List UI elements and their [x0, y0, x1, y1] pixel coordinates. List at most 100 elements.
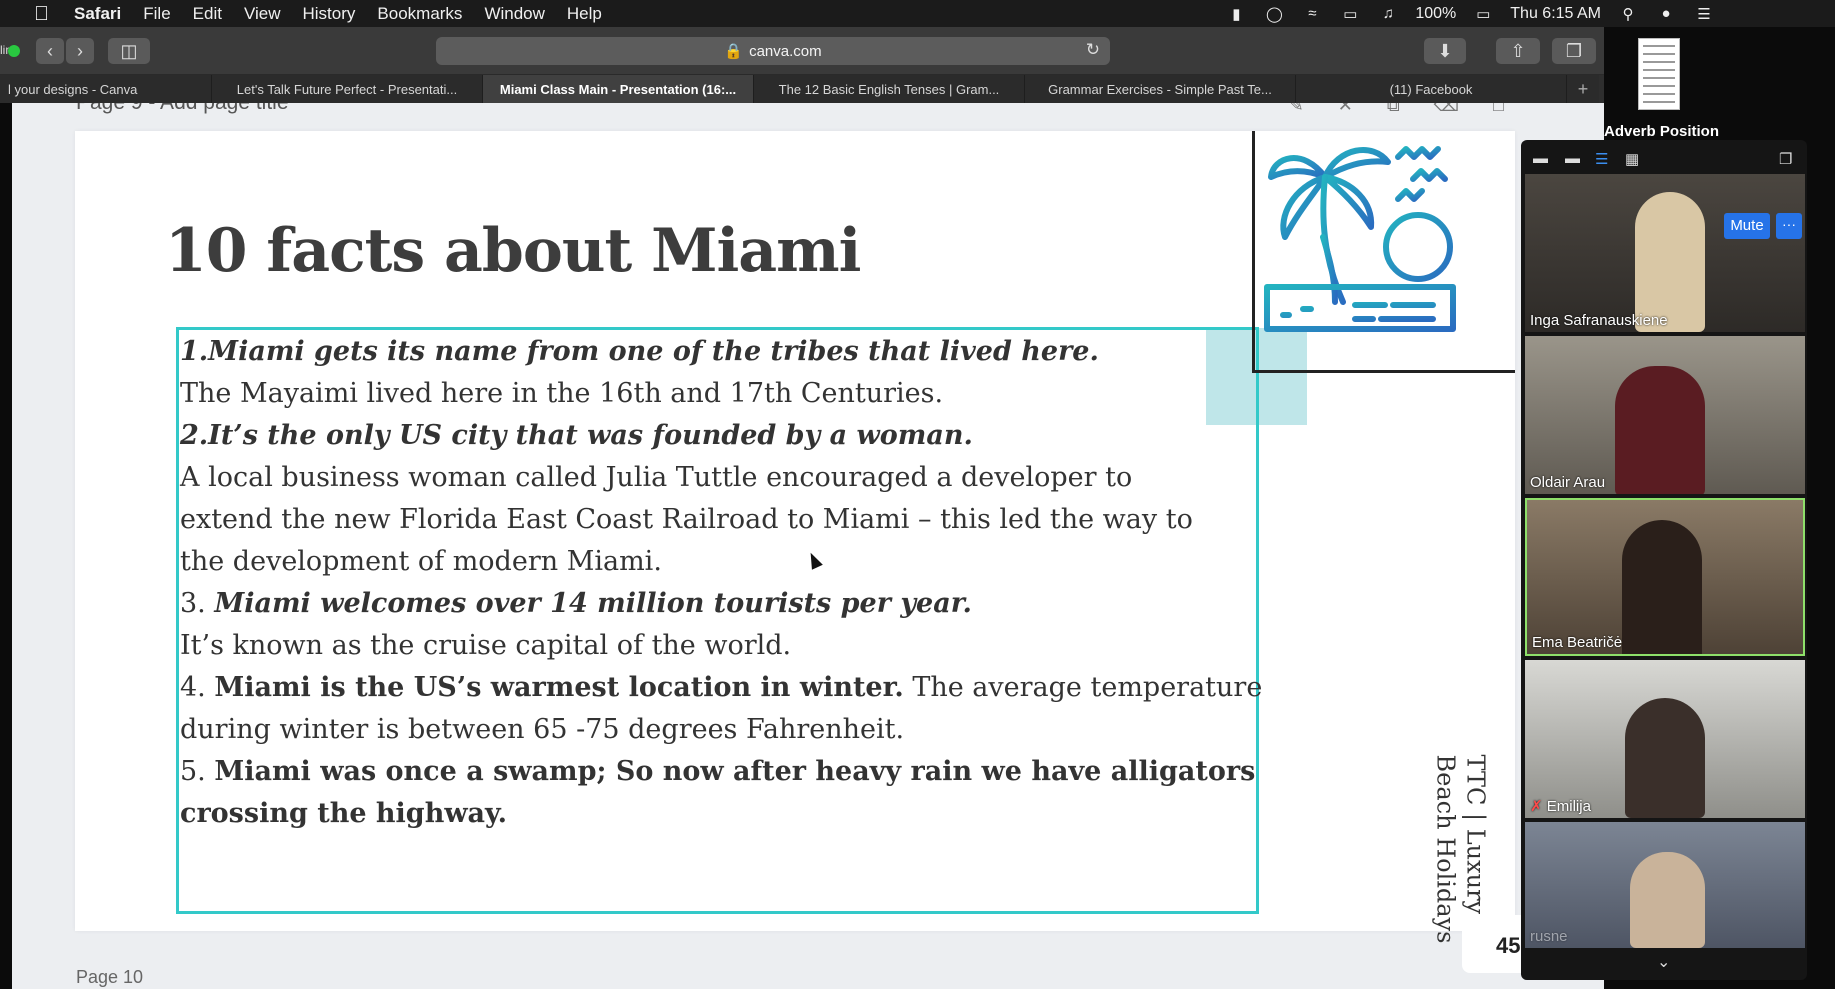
- strip-view-icon[interactable]: ☰: [1595, 150, 1608, 168]
- participant-tile[interactable]: ✗ Emilija: [1525, 660, 1805, 818]
- page-label[interactable]: Page 9 - Add page title: [76, 103, 289, 115]
- new-tab-button[interactable]: +: [1567, 75, 1599, 103]
- participant-tile[interactable]: Inga Safranauskiene Mute ···: [1525, 174, 1805, 332]
- downloads-button[interactable]: ⬇: [1424, 38, 1466, 64]
- menu-history[interactable]: History: [303, 4, 356, 24]
- lock-icon: 🔒: [724, 43, 744, 60]
- tab-overview-button[interactable]: ❐: [1552, 38, 1596, 64]
- fact-3-heading: Miami welcomes over 14 million tourists …: [214, 588, 972, 619]
- menu-window[interactable]: Window: [484, 4, 544, 24]
- address-bar-url: canva.com: [749, 42, 822, 60]
- slide[interactable]: 10 facts about Miami 1.Miami gets its na…: [75, 131, 1515, 943]
- desktop-file-label[interactable]: Adverb Position: [1604, 123, 1734, 140]
- reload-icon[interactable]: ↻: [1086, 40, 1100, 60]
- participant-tile[interactable]: Oldair Arau: [1525, 336, 1805, 494]
- add-page-icon[interactable]: □: [1493, 103, 1504, 116]
- beach-logo-frame[interactable]: [1252, 131, 1515, 373]
- tab-miami-class[interactable]: Miami Class Main - Presentation (16:...: [483, 75, 754, 103]
- participant-name: rusne: [1530, 928, 1568, 945]
- document-thumbnail-icon: [1638, 38, 1680, 110]
- participant-avatar: [1625, 698, 1705, 818]
- tab-grammar-exercises[interactable]: Grammar Exercises - Simple Past Te...: [1025, 75, 1296, 103]
- muted-mic-icon: ✗: [1530, 798, 1543, 815]
- sidebar-toggle-button[interactable]: ◫: [108, 38, 150, 64]
- participant-avatar: [1635, 192, 1705, 332]
- active-speaker-view-icon[interactable]: ▬: [1565, 150, 1580, 167]
- fact-2-body-line-1: A local business woman called Julia Tutt…: [180, 462, 1133, 493]
- window-zoom-dot[interactable]: [8, 45, 20, 57]
- hide-page-icon[interactable]: ✕: [1338, 103, 1353, 116]
- battery-icon[interactable]: ▭: [1472, 5, 1494, 23]
- page-tools: ✎ ✕ ⧉ ⌫ □: [1289, 103, 1504, 116]
- fact-5-heading-line-1: Miami was once a swamp; So now after hea…: [214, 756, 1256, 787]
- fact-4-heading: Miami is the US’s warmest location in wi…: [214, 672, 904, 703]
- tabs-icon: ❐: [1565, 41, 1583, 61]
- share-button[interactable]: ⇧: [1496, 38, 1540, 64]
- back-button[interactable]: ‹: [36, 38, 64, 64]
- participant-name: Ema Beatričė: [1532, 634, 1623, 651]
- tab-facebook[interactable]: (11) Facebook: [1296, 75, 1567, 103]
- fact-4-number: 4.: [180, 672, 215, 703]
- browser-toolbar: ling ‹ › ◫ 🔒 canva.com ↻ ⬇ ⇧ ❐: [0, 27, 1604, 75]
- forward-button[interactable]: ›: [66, 38, 94, 64]
- airplay-icon[interactable]: ▭: [1339, 5, 1361, 23]
- participant-tile-active-speaker[interactable]: Ema Beatričė: [1525, 498, 1805, 656]
- apple-icon[interactable]: : [34, 3, 56, 25]
- fact-5-line: 5. Miami was once a swamp; So now after …: [180, 751, 1255, 793]
- mute-button[interactable]: Mute: [1724, 213, 1770, 239]
- screen-share-icon[interactable]: ▮: [1225, 5, 1247, 23]
- menu-file[interactable]: File: [143, 4, 170, 24]
- fact-5-heading-line-2: crossing the highway.: [180, 798, 508, 829]
- next-page-label[interactable]: Page 10: [76, 967, 143, 988]
- chevron-down-icon[interactable]: ⌄: [1657, 952, 1670, 972]
- minimize-icon[interactable]: ▬: [1533, 150, 1548, 167]
- fact-3-number: 3.: [180, 588, 215, 619]
- volume-icon[interactable]: ♫: [1377, 5, 1399, 23]
- pop-out-icon[interactable]: ❐: [1779, 150, 1792, 168]
- facts-text-box[interactable]: 1.Miami gets its name from one of the tr…: [176, 327, 1262, 914]
- participant-avatar: [1622, 520, 1702, 654]
- participant-name: Oldair Arau: [1530, 474, 1606, 491]
- more-options-button[interactable]: ···: [1776, 213, 1802, 239]
- fact-3-body: It’s known as the cruise capital of the …: [180, 630, 792, 661]
- notification-center-icon[interactable]: ☰: [1693, 5, 1715, 23]
- menu-help[interactable]: Help: [567, 4, 602, 24]
- participant-avatar: [1630, 852, 1705, 948]
- fact-5-number: 5.: [180, 756, 215, 787]
- chevron-left-icon: ‹: [47, 41, 53, 61]
- participant-name: Inga Safranauskiene: [1530, 312, 1668, 329]
- battery-percent[interactable]: 100%: [1415, 5, 1456, 23]
- fact-2-body-line-2: extend the new Florida East Coast Railro…: [180, 504, 1193, 535]
- status-area: ▮ ◯ ≈ ▭ ♫ 100% ▭ Thu 6:15 AM ⚲ ● ☰: [1225, 0, 1715, 27]
- tab-english-tenses[interactable]: The 12 Basic English Tenses | Gram...: [754, 75, 1025, 103]
- fact-2-heading: 2.It’s the only US city that was founded…: [180, 420, 973, 451]
- desktop-file-icon[interactable]: [1612, 38, 1696, 118]
- canva-editor: Page 9 - Add page title ✎ ✕ ⧉ ⌫ □ 10 fac…: [12, 103, 1604, 989]
- fact-2-body-line-3: the development of modern Miami.: [180, 546, 662, 577]
- menubar-clock[interactable]: Thu 6:15 AM: [1510, 5, 1601, 23]
- slide-title[interactable]: 10 facts about Miami: [165, 216, 861, 286]
- sidebar-icon: ◫: [120, 41, 138, 61]
- accessibility-icon[interactable]: ◯: [1263, 5, 1285, 23]
- fact-1-heading: 1.Miami gets its name from one of the tr…: [180, 336, 1099, 367]
- zoom-meeting-panel: ▬ ▬ ☰ ▦ ❐ Inga Safranauskiene Mute ··· O…: [1521, 140, 1807, 980]
- duplicate-page-icon[interactable]: ⧉: [1387, 103, 1400, 116]
- spotlight-search-icon[interactable]: ⚲: [1617, 5, 1639, 23]
- gallery-view-icon[interactable]: ▦: [1625, 150, 1639, 168]
- siri-icon[interactable]: ●: [1655, 5, 1677, 23]
- menu-edit[interactable]: Edit: [193, 4, 222, 24]
- participant-tile[interactable]: rusne: [1525, 822, 1805, 948]
- wifi-icon[interactable]: ≈: [1301, 5, 1323, 23]
- menu-view[interactable]: View: [244, 4, 281, 24]
- menu-app-name[interactable]: Safari: [74, 4, 121, 24]
- delete-page-icon[interactable]: ⌫: [1434, 103, 1459, 116]
- zoom-panel-header: ▬ ▬ ☰ ▦ ❐: [1521, 140, 1807, 174]
- screen:  Safari File Edit View History Bookmark…: [0, 0, 1835, 989]
- tab-future-perfect[interactable]: Let's Talk Future Perfect - Presentati..…: [212, 75, 483, 103]
- tab-canva-designs[interactable]: l your designs - Canva: [0, 75, 212, 103]
- address-bar[interactable]: 🔒 canva.com ↻: [436, 37, 1110, 65]
- menubar:  Safari File Edit View History Bookmark…: [0, 0, 1835, 27]
- menu-bookmarks[interactable]: Bookmarks: [377, 4, 462, 24]
- fact-4-body-line-2: during winter is between 65 -75 degrees …: [180, 714, 905, 745]
- edit-note-icon[interactable]: ✎: [1289, 103, 1304, 116]
